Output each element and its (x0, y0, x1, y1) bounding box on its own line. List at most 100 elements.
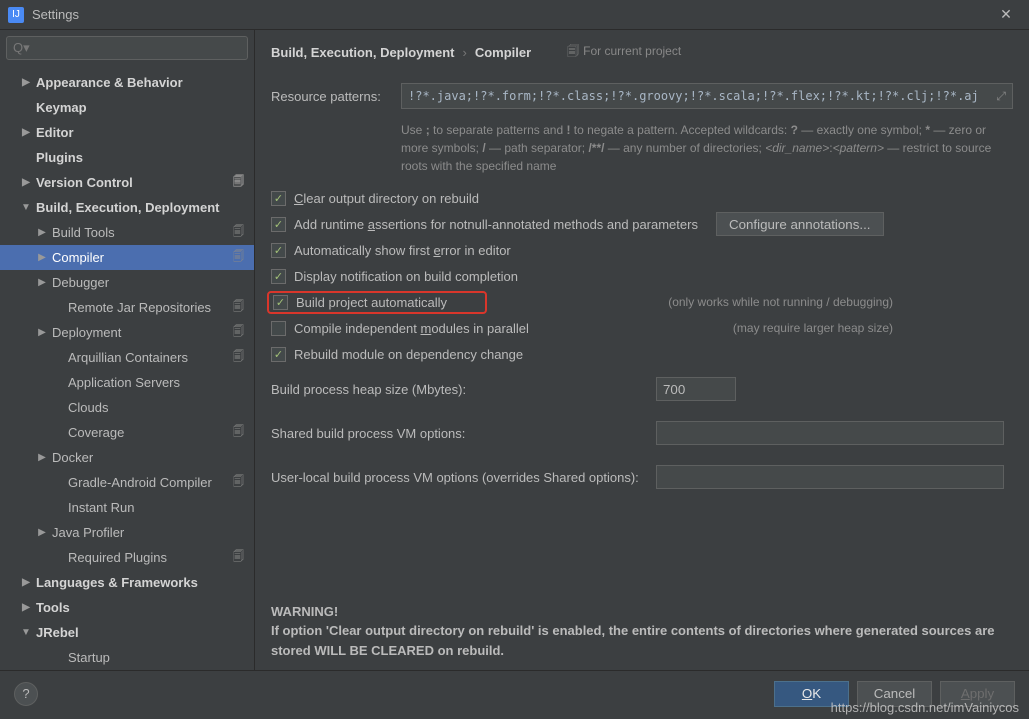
tree-arrow-icon[interactable]: ▶ (36, 277, 48, 288)
rebuild-dep-label: Rebuild module on dependency change (294, 347, 523, 362)
parallel-checkbox[interactable] (271, 321, 286, 336)
main-content: Q▾ ▶Appearance & Behavior Keymap ▶Editor Pl… (0, 30, 1029, 670)
warning-block: WARNING! If option 'Clear output directo… (271, 582, 1013, 671)
sidebar-item-label: Build Tools (52, 225, 115, 240)
sidebar-item-version-control[interactable]: ▶ Version Control 🗐 (0, 170, 254, 195)
sidebar-item-java-profiler[interactable]: ▶ Java Profiler (0, 520, 254, 545)
clear-output-checkbox[interactable] (271, 191, 286, 206)
parallel-hint: (may require larger heap size) (733, 321, 1013, 335)
sidebar-item-label: Debugger (52, 275, 109, 290)
sidebar-item-remote-jar-repositories[interactable]: Remote Jar Repositories🗐 (0, 295, 254, 320)
clear-output-row: Clear output directory on rebuild (271, 186, 1013, 210)
sidebar: Q▾ ▶Appearance & Behavior Keymap ▶Editor Pl… (0, 30, 255, 670)
sidebar-item-label: Remote Jar Repositories (68, 300, 211, 315)
sidebar-item-label: Version Control (36, 175, 133, 190)
help-button[interactable]: ? (14, 682, 38, 706)
sidebar-item-editor[interactable]: ▶Editor (0, 120, 254, 145)
local-vm-input[interactable] (656, 465, 1004, 489)
sidebar-item-arquillian-containers[interactable]: Arquillian Containers🗐 (0, 345, 254, 370)
sidebar-item-label: Docker (52, 450, 93, 465)
tree-arrow-icon[interactable]: ▶ (36, 327, 48, 338)
sidebar-item-label: Compiler (52, 250, 104, 265)
sidebar-item-keymap[interactable]: Keymap (0, 95, 254, 120)
sidebar-item-label: Application Servers (68, 375, 180, 390)
sidebar-item-label: Gradle-Android Compiler (68, 475, 212, 490)
watermark: https://blog.csdn.net/imVainiycos (831, 700, 1019, 715)
tree-arrow-icon[interactable]: ▼ (20, 627, 32, 638)
sidebar-item-label: Coverage (68, 425, 124, 440)
tree-arrow-icon[interactable]: ▶ (36, 227, 48, 238)
project-badge-icon: 🗐 (233, 223, 244, 242)
sidebar-item-appearance-behavior[interactable]: ▶Appearance & Behavior (0, 70, 254, 95)
warning-title: WARNING! (271, 604, 338, 619)
sidebar-item-application-servers[interactable]: Application Servers (0, 370, 254, 395)
project-badge-icon: 🗐 (233, 173, 244, 192)
tree-arrow-icon[interactable]: ▶ (20, 127, 32, 138)
sidebar-item-label: Build, Execution, Deployment (36, 200, 219, 215)
sidebar-item-label: Clouds (68, 400, 108, 415)
sidebar-item-startup[interactable]: Startup (0, 645, 254, 670)
sidebar-item-gradle-android-compiler[interactable]: Gradle-Android Compiler 🗐 (0, 470, 254, 495)
notify-label: Display notification on build completion (294, 269, 518, 284)
sidebar-item-label: Startup (68, 650, 110, 665)
project-icon: 🗐 (567, 44, 579, 58)
sidebar-item-label: Required Plugins (68, 550, 167, 565)
rebuild-dep-row: Rebuild module on dependency change (271, 342, 1013, 366)
shared-vm-input[interactable] (656, 421, 1004, 445)
sidebar-item-instant-run[interactable]: Instant Run (0, 495, 254, 520)
project-badge-icon: 🗐 (233, 348, 244, 367)
sidebar-item-label: Java Profiler (52, 525, 124, 540)
sidebar-item-clouds[interactable]: Clouds (0, 395, 254, 420)
tree-arrow-icon[interactable]: ▶ (20, 577, 32, 588)
breadcrumb-main[interactable]: Build, Execution, Deployment (271, 45, 454, 60)
notify-checkbox[interactable] (271, 269, 286, 284)
auto-build-checkbox[interactable] (273, 295, 288, 310)
sidebar-item-required-plugins[interactable]: Required Plugins🗐 (0, 545, 254, 570)
sidebar-item-debugger[interactable]: ▶ Debugger (0, 270, 254, 295)
resource-patterns-row: Resource patterns: !?*.java;!?*.form;!?*… (271, 83, 1013, 109)
auto-error-row: Automatically show first error in editor (271, 238, 1013, 262)
heap-label: Build process heap size (Mbytes): (271, 382, 656, 397)
sidebar-item-build-tools[interactable]: ▶ Build Tools 🗐 (0, 220, 254, 245)
notify-row: Display notification on build completion (271, 264, 1013, 288)
parallel-row: Compile independent modules in parallel … (271, 316, 1013, 340)
tree-arrow-icon[interactable]: ▼ (20, 202, 32, 213)
sidebar-item-compiler[interactable]: ▶ Compiler 🗐 (0, 245, 254, 270)
shared-vm-row: Shared build process VM options: (271, 421, 1013, 445)
titlebar: IJ Settings ✕ (0, 0, 1029, 30)
project-badge-icon: 🗐 (233, 323, 244, 342)
content-panel: Build, Execution, Deployment › Compiler … (255, 30, 1029, 670)
auto-error-checkbox[interactable] (271, 243, 286, 258)
close-icon[interactable]: ✕ (991, 6, 1021, 23)
resource-patterns-input[interactable]: !?*.java;!?*.form;!?*.class;!?*.groovy;!… (401, 83, 1013, 109)
project-badge-icon: 🗐 (233, 423, 244, 442)
sidebar-item-tools[interactable]: ▶Tools (0, 595, 254, 620)
sidebar-item-label: Plugins (36, 150, 83, 165)
tree-arrow-icon[interactable]: ▶ (36, 252, 48, 263)
sidebar-item-languages-frameworks[interactable]: ▶Languages & Frameworks (0, 570, 254, 595)
project-badge-icon: 🗐 (233, 248, 244, 267)
for-current-project: 🗐For current project (567, 42, 681, 63)
resource-label: Resource patterns: (271, 89, 401, 104)
assertions-label: Add runtime assertions for notnull-annot… (294, 217, 698, 232)
assertions-checkbox[interactable] (271, 217, 286, 232)
sidebar-item-coverage[interactable]: Coverage 🗐 (0, 420, 254, 445)
rebuild-dep-checkbox[interactable] (271, 347, 286, 362)
project-badge-icon: 🗐 (233, 473, 244, 492)
expand-icon[interactable]: ⤢ (996, 89, 1006, 104)
tree-arrow-icon[interactable]: ▶ (36, 527, 48, 538)
tree-arrow-icon[interactable]: ▶ (20, 77, 32, 88)
configure-annotations-button[interactable]: Configure annotations... (716, 212, 884, 236)
sidebar-item-deployment[interactable]: ▶Deployment🗐 (0, 320, 254, 345)
sidebar-item-plugins[interactable]: Plugins (0, 145, 254, 170)
heap-input[interactable] (656, 377, 736, 401)
tree-arrow-icon[interactable]: ▶ (20, 177, 32, 188)
clear-output-label: Clear output directory on rebuild (294, 191, 479, 206)
sidebar-item-jrebel[interactable]: ▼JRebel (0, 620, 254, 645)
tree-arrow-icon[interactable]: ▶ (20, 602, 32, 613)
tree-arrow-icon[interactable]: ▶ (36, 452, 48, 463)
search-input[interactable]: Q▾ (6, 36, 248, 60)
sidebar-item-docker[interactable]: ▶ Docker (0, 445, 254, 470)
sidebar-item-build-execution-deployment[interactable]: ▼ Build, Execution, Deployment (0, 195, 254, 220)
sidebar-item-label: Keymap (36, 100, 87, 115)
